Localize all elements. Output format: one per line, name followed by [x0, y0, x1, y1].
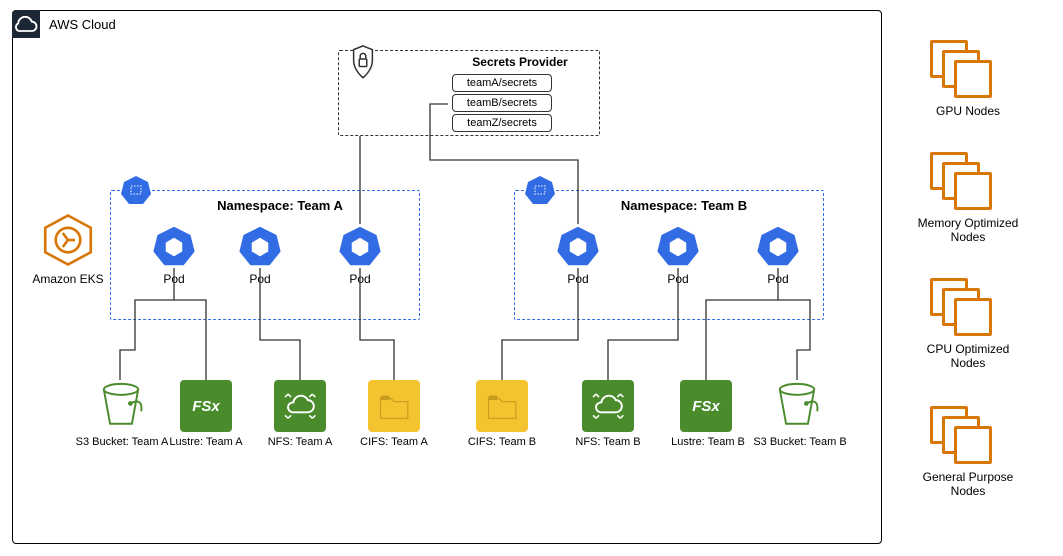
lock-icon — [348, 44, 378, 80]
secret-pill-b: teamB/secrets — [452, 94, 552, 112]
s3-label-a: S3 Bucket: Team A — [74, 436, 170, 448]
secret-pill-a: teamA/secrets — [452, 74, 552, 92]
cpu-nodes-icon — [930, 278, 1000, 338]
pod-b3-icon — [756, 224, 800, 268]
mem-nodes-icon — [930, 152, 1000, 212]
pod-b2-icon — [656, 224, 700, 268]
gp-nodes-label: General Purpose Nodes — [908, 470, 1028, 498]
nfs-label-a: NFS: Team A — [262, 436, 338, 448]
s3-icon-b — [772, 380, 822, 430]
lustre-icon-b: FSx — [680, 380, 732, 432]
pod-b1-icon — [556, 224, 600, 268]
fsx-text-b: FSx — [692, 398, 720, 415]
pod-a2-label: Pod — [234, 272, 286, 286]
pod-a2-icon — [238, 224, 282, 268]
namespace-a-title: Namespace: Team A — [190, 198, 370, 213]
cifs-icon-a — [368, 380, 420, 432]
fsx-text-a: FSx — [192, 398, 220, 415]
namespace-b-title: Namespace: Team B — [594, 198, 774, 213]
diagram-canvas: AWS Cloud Secrets Provider teamA/secrets… — [0, 0, 1063, 556]
nfs-icon-a — [274, 380, 326, 432]
pod-a1-label: Pod — [148, 272, 200, 286]
pod-b3-label: Pod — [752, 272, 804, 286]
cifs-icon-b — [476, 380, 528, 432]
s3-icon-a — [96, 380, 146, 430]
nfs-label-b: NFS: Team B — [570, 436, 646, 448]
pod-a3-icon — [338, 224, 382, 268]
gp-nodes-icon — [930, 406, 1000, 466]
eks-icon — [40, 212, 96, 268]
pod-a1-icon — [152, 224, 196, 268]
nfs-icon-b — [582, 380, 634, 432]
mem-nodes-label: Memory Optimized Nodes — [908, 216, 1028, 244]
lustre-label-a: Lustre: Team A — [166, 436, 246, 448]
s3-label-b: S3 Bucket: Team B — [752, 436, 848, 448]
gpu-nodes-icon — [930, 40, 1000, 100]
aws-cloud-label: AWS Cloud — [49, 17, 116, 32]
ns-badge-a — [120, 174, 152, 206]
secret-pill-z: teamZ/secrets — [452, 114, 552, 132]
cloud-icon — [12, 10, 40, 38]
secrets-title: Secrets Provider — [450, 55, 590, 69]
gpu-nodes-label: GPU Nodes — [908, 104, 1028, 118]
ns-badge-b — [524, 174, 556, 206]
eks-label: Amazon EKS — [28, 272, 108, 286]
cifs-label-b: CIFS: Team B — [464, 436, 540, 448]
pod-a3-label: Pod — [334, 272, 386, 286]
cpu-nodes-label: CPU Optimized Nodes — [908, 342, 1028, 370]
pod-b1-label: Pod — [552, 272, 604, 286]
lustre-label-b: Lustre: Team B — [668, 436, 748, 448]
lustre-icon-a: FSx — [180, 380, 232, 432]
cifs-label-a: CIFS: Team A — [356, 436, 432, 448]
pod-b2-label: Pod — [652, 272, 704, 286]
